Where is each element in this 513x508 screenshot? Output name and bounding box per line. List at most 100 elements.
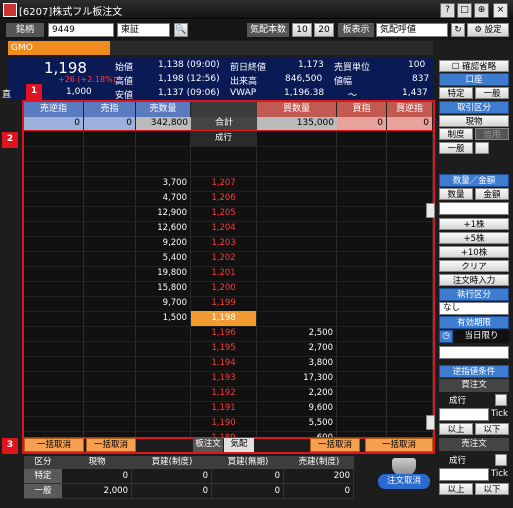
sell-limit-cell[interactable]: [84, 371, 136, 386]
buy-limit-bulk-cancel-button[interactable]: 一括取消: [310, 438, 360, 452]
sell-stop-cell[interactable]: [24, 281, 84, 296]
sell-stop-cell[interactable]: [24, 176, 84, 191]
sell-above-button[interactable]: 以上: [439, 483, 473, 495]
depth-10-button[interactable]: 10: [292, 23, 312, 37]
quote-button[interactable]: 気配: [224, 438, 254, 452]
sell-limit-cell[interactable]: [84, 236, 136, 251]
seido-button[interactable]: 制度: [439, 128, 473, 140]
buy-stop-cell[interactable]: [387, 131, 433, 146]
price-cell[interactable]: 1,205: [191, 206, 257, 221]
price-cell[interactable]: 1,195: [191, 341, 257, 356]
buy-limit-cell[interactable]: [337, 206, 387, 221]
depth-20-button[interactable]: 20: [314, 23, 334, 37]
buy-limit-cell[interactable]: [337, 311, 387, 326]
sell-limit-cell[interactable]: [84, 146, 136, 161]
settings-button[interactable]: ⚙ 設定: [467, 23, 509, 37]
market-select[interactable]: 東証: [117, 23, 170, 37]
buy-below-button[interactable]: 以下: [475, 423, 509, 435]
help-icon[interactable]: ?: [440, 3, 455, 18]
ippan-button[interactable]: 一般: [475, 87, 509, 99]
symbol-input[interactable]: 9449: [48, 23, 114, 37]
sell-limit-cell[interactable]: [84, 296, 136, 311]
sell-stop-cell[interactable]: [24, 386, 84, 401]
confirm-omit-checkbox[interactable]: ☐ 確認省略: [439, 60, 509, 72]
sell-stop-cell[interactable]: [24, 356, 84, 371]
price-cell[interactable]: 1,199: [191, 296, 257, 311]
sell-stop-cell[interactable]: [24, 401, 84, 416]
sell-limit-cell[interactable]: [84, 326, 136, 341]
sell-stop-cell[interactable]: [24, 146, 84, 161]
refresh-icon[interactable]: ↻: [451, 23, 465, 37]
sell-stop-cell[interactable]: [24, 161, 84, 176]
sell-limit-cell[interactable]: [84, 191, 136, 206]
sell-stop-cell[interactable]: [24, 371, 84, 386]
ippan2-button[interactable]: 一般: [439, 142, 473, 154]
price-cell[interactable]: 1,189: [191, 431, 257, 437]
buy-stop-cell[interactable]: [387, 311, 433, 326]
buy-limit-cell[interactable]: [337, 431, 387, 437]
buy-limit-cell[interactable]: [337, 236, 387, 251]
exec-type-select[interactable]: なし: [439, 302, 509, 315]
price-cell[interactable]: 1,194: [191, 356, 257, 371]
price-cell[interactable]: 1,206: [191, 191, 257, 206]
price-cell[interactable]: 1,202: [191, 251, 257, 266]
ippan2-checkbox[interactable]: [475, 142, 489, 154]
buy-stop-cell[interactable]: [387, 176, 433, 191]
sell-limit-cell[interactable]: [84, 386, 136, 401]
buy-limit-cell[interactable]: [337, 401, 387, 416]
buy-stop-cell[interactable]: [387, 161, 433, 176]
sell-stop-cell[interactable]: [24, 341, 84, 356]
price-cell[interactable]: 1,192: [191, 386, 257, 401]
board-scroll-up[interactable]: [426, 203, 435, 218]
sell-below-button[interactable]: 以下: [475, 483, 509, 495]
price-cell[interactable]: 1,191: [191, 401, 257, 416]
sell-limit-bulk-cancel-button[interactable]: 一括取消: [86, 438, 136, 452]
sell-limit-cell[interactable]: [84, 431, 136, 437]
plus-5-button[interactable]: +5株: [439, 232, 509, 244]
buy-stop-cell[interactable]: [387, 251, 433, 266]
buy-stop-cell[interactable]: [387, 221, 433, 236]
price-cell[interactable]: 1,198: [191, 311, 257, 326]
sell-limit-cell[interactable]: [84, 401, 136, 416]
buy-stop-cell[interactable]: [387, 341, 433, 356]
buy-above-button[interactable]: 以上: [439, 423, 473, 435]
buy-limit-cell[interactable]: [337, 266, 387, 281]
genbutsu-button[interactable]: 現物: [439, 115, 509, 127]
sell-limit-cell[interactable]: [84, 161, 136, 176]
tokutei-button[interactable]: 特定: [439, 87, 473, 99]
sell-stop-cell[interactable]: [24, 131, 84, 146]
sell-limit-cell[interactable]: [84, 176, 136, 191]
market-order-label[interactable]: 成行: [191, 131, 257, 146]
buy-limit-cell[interactable]: [337, 221, 387, 236]
buy-limit-cell[interactable]: [337, 356, 387, 371]
sell-stop-cell[interactable]: [24, 266, 84, 281]
buy-stop-cell[interactable]: [387, 326, 433, 341]
buy-stop-cell[interactable]: [387, 401, 433, 416]
sell-limit-cell[interactable]: [84, 281, 136, 296]
buy-limit-cell[interactable]: [337, 296, 387, 311]
sell-stop-cell[interactable]: [24, 326, 84, 341]
buy-limit-cell[interactable]: [337, 191, 387, 206]
sell-limit-cell[interactable]: [84, 416, 136, 431]
sell-stop-cell[interactable]: [24, 251, 84, 266]
sell-stop-cell[interactable]: [24, 221, 84, 236]
buy-stop-cell[interactable]: [387, 236, 433, 251]
buy-limit-cell[interactable]: [337, 386, 387, 401]
qty-input[interactable]: [439, 202, 509, 215]
sell-stop-cell[interactable]: [24, 431, 84, 437]
buy-limit-cell[interactable]: [337, 341, 387, 356]
buy-stop-cell[interactable]: [387, 266, 433, 281]
plus-1-button[interactable]: +1株: [439, 218, 509, 230]
buy-limit-cell[interactable]: [337, 161, 387, 176]
buy-stop-cell[interactable]: [387, 431, 433, 437]
sell-limit-cell[interactable]: [84, 221, 136, 236]
price-cell[interactable]: [191, 146, 257, 161]
plus-10-button[interactable]: +10株: [439, 246, 509, 258]
buy-stop-cell[interactable]: [387, 356, 433, 371]
buy-market-checkbox[interactable]: [495, 394, 507, 406]
buy-limit-cell[interactable]: [337, 146, 387, 161]
price-cell[interactable]: 1,196: [191, 326, 257, 341]
input-at-order-button[interactable]: 注文時入力: [439, 274, 509, 286]
sell-stop-cell[interactable]: [24, 311, 84, 326]
pin-icon[interactable]: ⊕: [474, 3, 489, 18]
